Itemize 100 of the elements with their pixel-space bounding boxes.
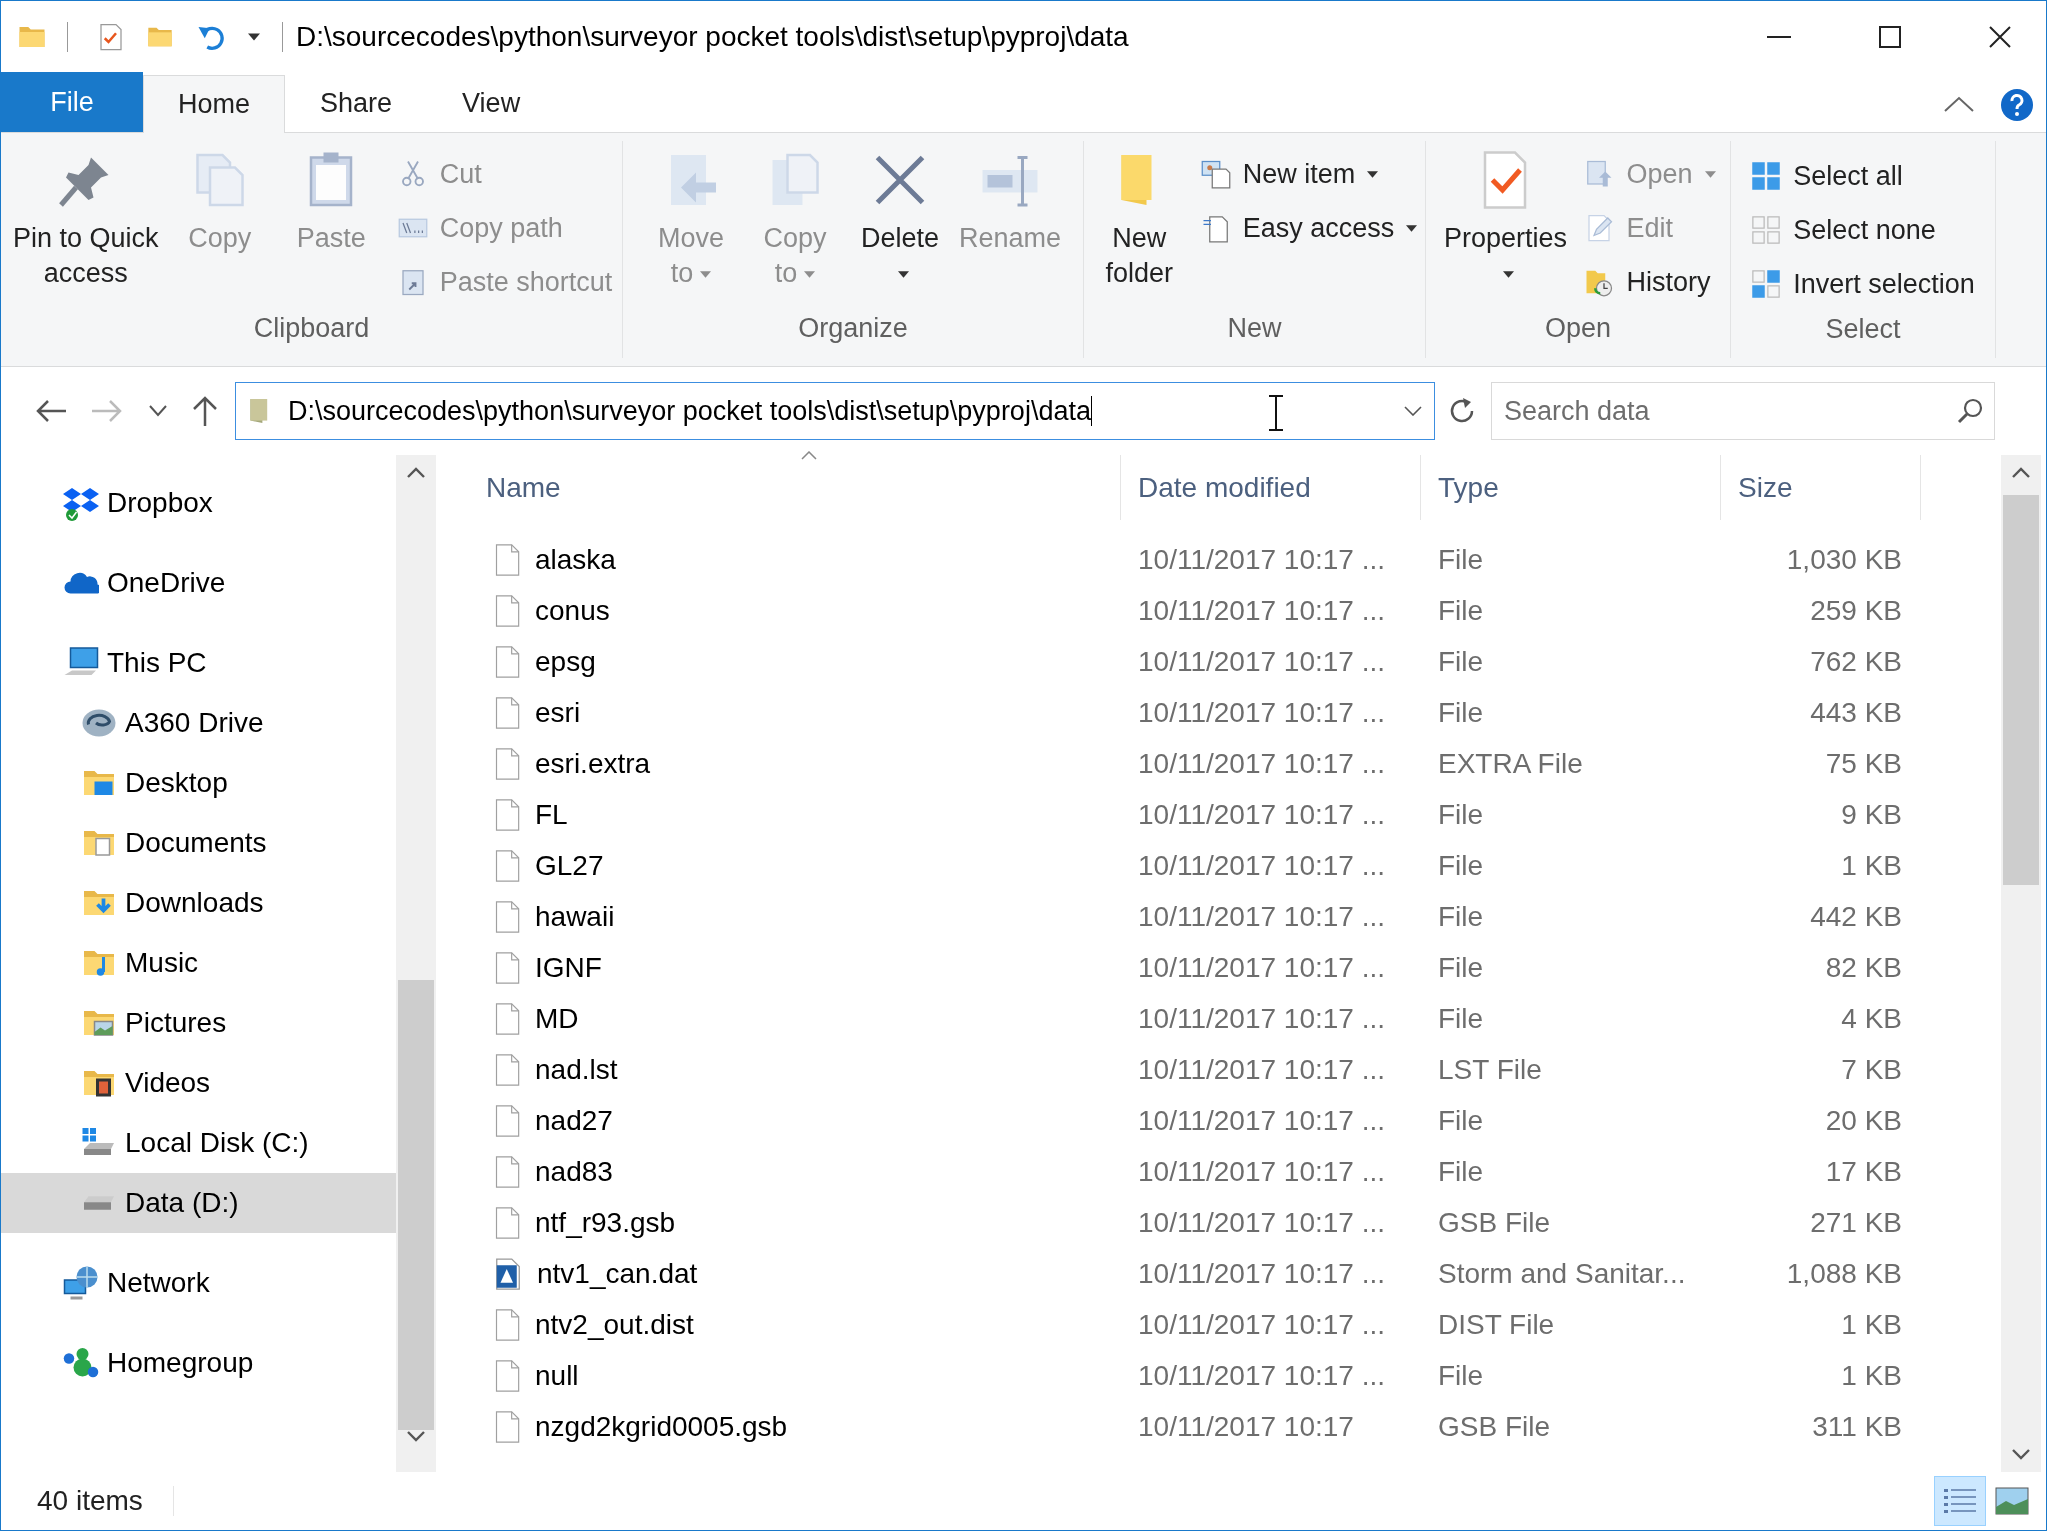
file-type: GSB File bbox=[1437, 1205, 1552, 1240]
ribbon-button[interactable]: Easy access bbox=[1200, 203, 1418, 253]
search-field[interactable]: Search data bbox=[1491, 382, 1995, 440]
file-name[interactable]: nad83 bbox=[535, 1150, 613, 1193]
data-file-icon bbox=[493, 1256, 523, 1291]
nav-item[interactable]: Pictures bbox=[1, 993, 396, 1053]
file-name[interactable]: null bbox=[535, 1354, 579, 1397]
new-item-icon bbox=[1200, 158, 1231, 190]
ribbon-button[interactable]: Select none bbox=[1751, 205, 1975, 255]
date-modified: 10/11/2017 10:17 ... bbox=[1137, 950, 1387, 985]
date-modified: 10/11/2017 10:17 ... bbox=[1137, 1256, 1387, 1291]
column-header[interactable]: Date modified bbox=[1121, 455, 1421, 520]
file-name[interactable]: conus bbox=[535, 589, 610, 632]
nav-item[interactable]: Homegroup bbox=[1, 1333, 396, 1393]
date-modified: 10/11/2017 10:17 ... bbox=[1137, 1307, 1387, 1342]
date-modified: 10/11/2017 10:17 ... bbox=[1137, 1001, 1387, 1036]
nav-item[interactable]: Dropbox bbox=[1, 473, 396, 533]
file-name[interactable]: MD bbox=[535, 997, 579, 1040]
file-type: File bbox=[1437, 695, 1485, 730]
scrollbar[interactable] bbox=[396, 455, 436, 1472]
file-name[interactable]: nad.lst bbox=[535, 1048, 618, 1091]
view-button[interactable] bbox=[1934, 1476, 1986, 1526]
file-size: 1,030 KB bbox=[1785, 542, 1903, 577]
file-size: 762 KB bbox=[1809, 644, 1903, 679]
ribbon-button[interactable]: Delete bbox=[854, 147, 946, 291]
file-name[interactable]: nad27 bbox=[535, 1099, 613, 1142]
scrollbar[interactable] bbox=[2001, 455, 2041, 1472]
file-type: DIST File bbox=[1437, 1307, 1556, 1342]
file-name[interactable]: ntv2_out.dist bbox=[535, 1303, 694, 1346]
nav-item[interactable]: OneDrive bbox=[1, 553, 396, 613]
nav-item[interactable]: Data (D:) bbox=[1, 1173, 396, 1233]
file-name[interactable]: GL27 bbox=[535, 844, 604, 887]
nav-item[interactable]: Local Disk (C:) bbox=[1, 1113, 396, 1173]
file-name[interactable]: epsg bbox=[535, 640, 596, 683]
recent-locations-icon bbox=[149, 405, 167, 417]
date-modified: 10/11/2017 10:17 ... bbox=[1137, 644, 1387, 679]
nav-item[interactable]: Documents bbox=[1, 813, 396, 873]
collapse-ribbon-icon bbox=[1944, 96, 1974, 112]
file-icon bbox=[493, 1103, 521, 1138]
file-name[interactable]: ntv1_can.dat bbox=[537, 1252, 698, 1295]
nav-item[interactable]: Downloads bbox=[1, 873, 396, 933]
details-view-icon bbox=[1942, 1486, 1978, 1516]
ribbon-button[interactable]: New folder bbox=[1091, 147, 1187, 291]
file-icon bbox=[493, 593, 521, 628]
file-name[interactable]: ntf_r93.gsb bbox=[535, 1201, 676, 1244]
boxes-icon bbox=[63, 485, 99, 521]
window-title: D:\sourcecodes\python\surveyor pocket tools\dist\setup\pyproj\data bbox=[296, 19, 1129, 54]
file-type: GSB File bbox=[1437, 1409, 1552, 1444]
file-size: 1 KB bbox=[1840, 1358, 1903, 1393]
file-type: File bbox=[1437, 1103, 1485, 1138]
file-size: 1,088 KB bbox=[1785, 1256, 1903, 1291]
nav-item[interactable]: This PC bbox=[1, 633, 396, 693]
nav-item[interactable]: A360 Drive bbox=[1, 693, 396, 753]
file-icon bbox=[493, 899, 521, 934]
column-header[interactable]: Type bbox=[1421, 455, 1721, 520]
file-name[interactable]: nzgd2kgrid0005.gsb bbox=[535, 1405, 788, 1448]
close-icon bbox=[1989, 25, 2011, 48]
nav-item[interactable]: Videos bbox=[1, 1053, 396, 1113]
file-name[interactable]: alaska bbox=[535, 538, 616, 581]
file-size: 4 KB bbox=[1840, 1001, 1903, 1036]
invert-selection-icon bbox=[1751, 268, 1782, 300]
file-size: 75 KB bbox=[1824, 746, 1903, 781]
ribbon-button[interactable]: New item bbox=[1200, 149, 1418, 199]
file-type: File bbox=[1437, 848, 1485, 883]
file-name[interactable]: hawaii bbox=[535, 895, 615, 938]
ribbon-button[interactable]: Select all bbox=[1751, 151, 1975, 201]
date-modified: 10/11/2017 10:17 ... bbox=[1137, 542, 1387, 577]
address-bar[interactable]: D:\sourcecodes\python\surveyor pocket tools\dist\setup\pyproj\data bbox=[235, 382, 1435, 440]
file-name[interactable]: esri.extra bbox=[535, 742, 651, 785]
nav-item[interactable]: Desktop bbox=[1, 753, 396, 813]
file-icon bbox=[493, 1154, 521, 1189]
file-tab[interactable]: File bbox=[1, 72, 143, 132]
file-name[interactable]: esri bbox=[535, 691, 581, 734]
file-type: File bbox=[1437, 797, 1485, 832]
file-icon bbox=[493, 797, 521, 832]
ribbon-button[interactable]: History bbox=[1584, 257, 1716, 307]
file-type: File bbox=[1437, 644, 1485, 679]
nav-item[interactable]: Network bbox=[1, 1253, 396, 1313]
dropdown-icon bbox=[1404, 406, 1422, 416]
group-label: Select bbox=[1824, 313, 1902, 346]
column-header[interactable]: Name bbox=[436, 455, 1121, 520]
ribbon-button[interactable]: Properties bbox=[1440, 147, 1571, 291]
up-icon bbox=[191, 395, 219, 427]
forward-icon bbox=[91, 399, 123, 423]
ribbon-button[interactable]: Invert selection bbox=[1751, 259, 1975, 309]
file-size: 20 KB bbox=[1824, 1103, 1903, 1138]
file-type: File bbox=[1437, 593, 1485, 628]
date-modified: 10/11/2017 10:17 ... bbox=[1137, 1358, 1387, 1393]
file-name[interactable]: IGNF bbox=[535, 946, 602, 989]
file-name[interactable]: FL bbox=[535, 793, 568, 836]
sort-ascending-icon bbox=[801, 451, 817, 460]
file-size: 443 KB bbox=[1809, 695, 1903, 730]
group-label: Organize bbox=[797, 311, 909, 345]
ribbon-tab[interactable]: Home bbox=[143, 75, 286, 133]
caret-icon bbox=[248, 32, 260, 41]
column-header[interactable]: Size bbox=[1721, 455, 1921, 520]
nav-item[interactable]: Music bbox=[1, 933, 396, 993]
text-cursor-icon bbox=[1267, 395, 1285, 431]
ribbon-button[interactable]: Pin to Quick access bbox=[10, 147, 161, 291]
scroll-down-icon bbox=[407, 1431, 425, 1442]
